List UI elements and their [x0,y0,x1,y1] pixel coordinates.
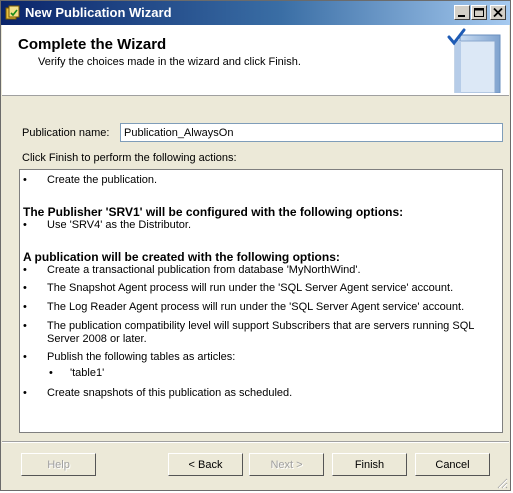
list-item-text: Create a transactional publication from … [47,264,361,276]
list-item-text: The Log Reader Agent process will run un… [47,301,465,313]
back-button[interactable]: < Back [168,453,243,476]
window-title: New Publication Wizard [25,5,172,20]
help-button[interactable]: Help [21,453,96,476]
publication-heading: A publication will be created with the f… [23,250,340,264]
publisher-heading: The Publisher 'SRV1' will be configured … [23,205,404,219]
list-item-text: The Snapshot Agent process will run unde… [47,282,454,294]
publication-name-input[interactable] [120,123,503,142]
wizard-header: Complete the Wizard Verify the choices m… [2,25,509,96]
bullet: • [23,387,27,399]
cancel-button[interactable]: Cancel [415,453,490,476]
actions-label: Click Finish to perform the following ac… [22,152,237,164]
page-subtitle: Verify the choices made in the wizard an… [38,56,301,68]
next-button[interactable]: Next > [249,453,324,476]
list-item-text: Server 2008 or later. [47,333,147,345]
maximize-icon [474,8,484,17]
wizard-book-check-icon [447,28,501,93]
list-item-text: Create snapshots of this publication as … [47,387,293,399]
bullet: • [23,264,27,276]
actions-summary-box[interactable]: • Create the publication. The Publisher … [19,169,503,433]
page-title: Complete the Wizard [18,36,167,53]
minimize-button[interactable] [454,5,470,20]
list-item-text: Create the publication. [47,174,158,186]
bullet: • [23,320,27,332]
bullet: • [23,301,27,313]
resize-grip-icon[interactable] [496,477,508,489]
wizard-footer: Help < Back Next > Finish Cancel [2,443,509,490]
bullet: • [23,174,27,186]
wizard-window: New Publication Wizard Complete the Wiza… [0,0,511,491]
close-button[interactable] [490,5,506,20]
maximize-button[interactable] [471,5,487,20]
app-icon [5,5,20,20]
bullet: • [23,351,27,363]
table-article-name: 'table1' [70,367,105,379]
bullet: • [23,219,27,231]
publication-name-label: Publication name: [22,127,110,139]
list-item-text: Publish the following tables as articles… [47,351,236,363]
list-item-text: Use 'SRV4' as the Distributor. [47,219,192,231]
close-icon [493,7,503,18]
finish-button[interactable]: Finish [332,453,407,476]
bullet: • [23,282,27,294]
minimize-icon [458,15,465,17]
bullet: • [49,367,53,379]
title-bar[interactable]: New Publication Wizard [1,1,510,25]
